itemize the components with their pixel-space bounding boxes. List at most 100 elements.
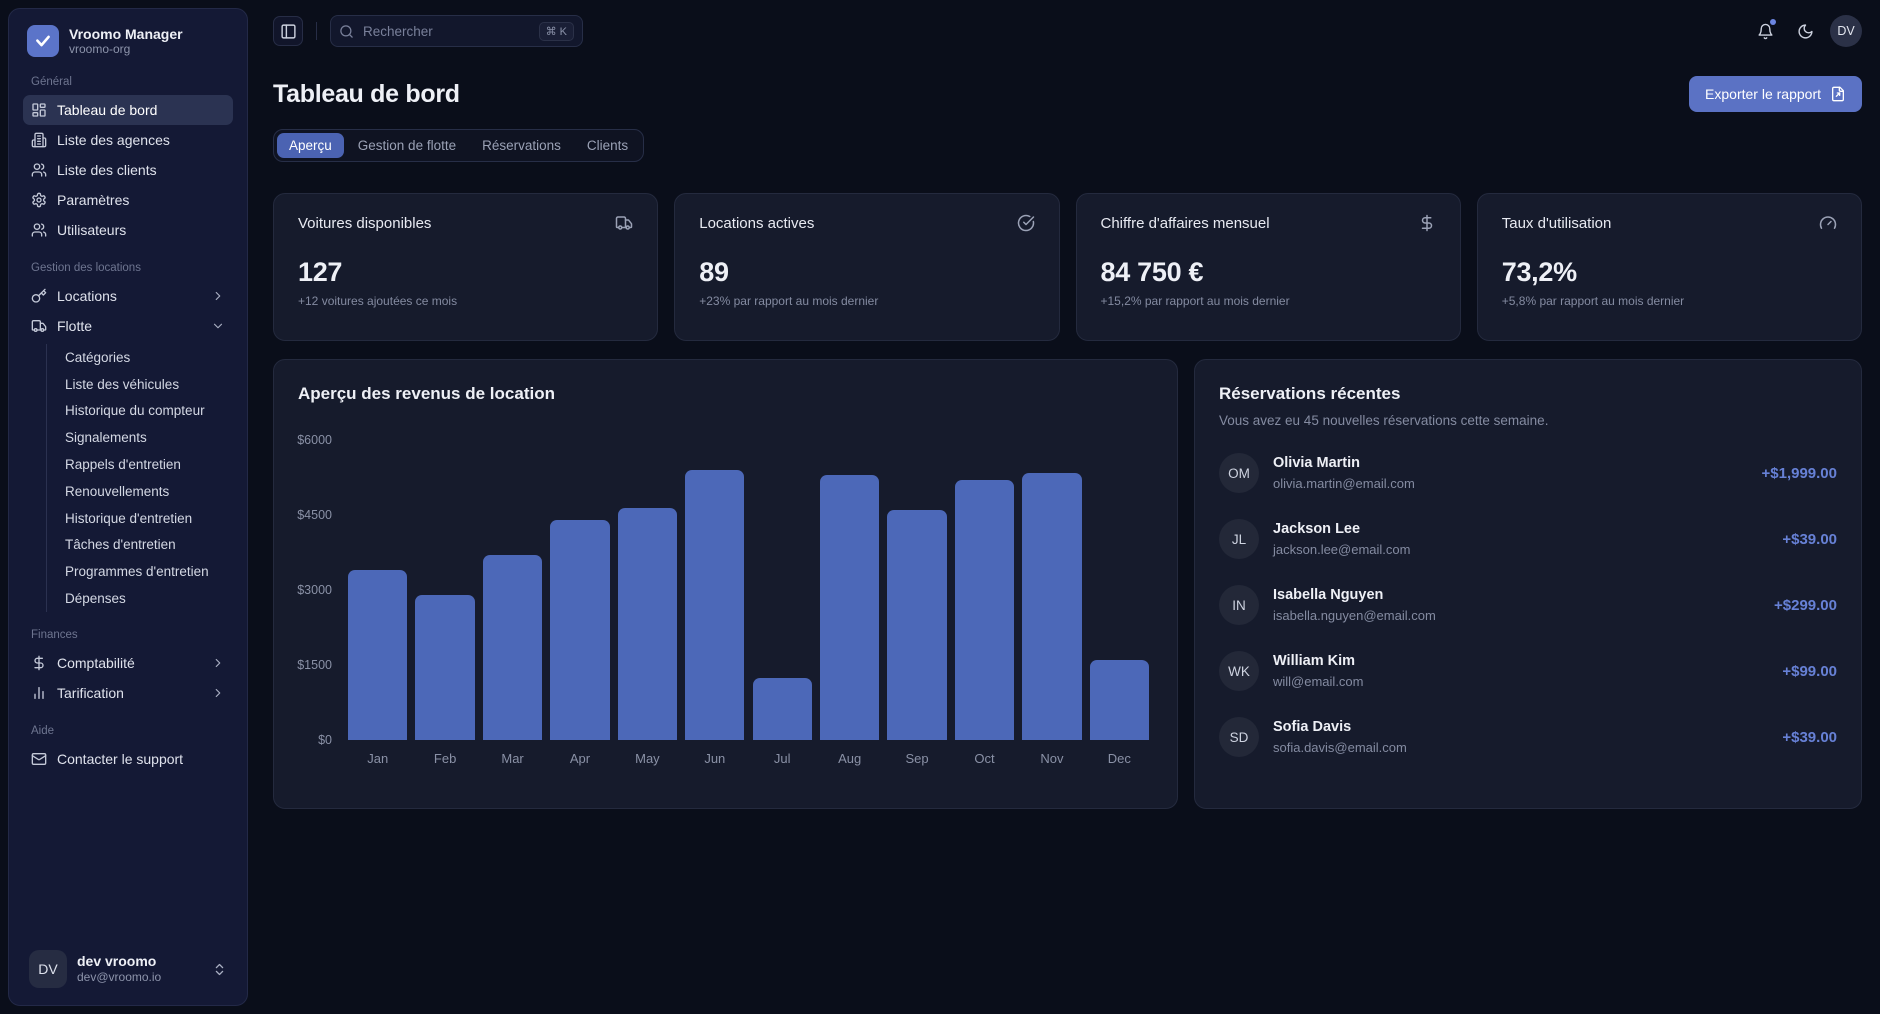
bar-feb: [415, 595, 474, 740]
layout-dashboard-icon: [31, 102, 47, 118]
sidebar-subitem-historique-d-entretien[interactable]: Historique d'entretien: [59, 505, 233, 532]
sidebar-item-contacter-le-support[interactable]: Contacter le support: [23, 744, 233, 774]
users-icon: [31, 222, 47, 238]
sidebar-item-comptabilite[interactable]: Comptabilité: [23, 648, 233, 678]
sidebar-subitem-rappels-d-entretien[interactable]: Rappels d'entretien: [59, 451, 233, 478]
sidebar-item-label: Liste des clients: [57, 162, 157, 178]
moon-icon: [1797, 23, 1814, 40]
x-tick-label: Sep: [883, 751, 950, 766]
sidebar-subitem-renouvellements[interactable]: Renouvellements: [59, 478, 233, 505]
tab-reservations[interactable]: Réservations: [470, 133, 573, 158]
reservation-email: isabella.nguyen@email.com: [1273, 608, 1436, 623]
sidebar-subitem-taches-d-entretien[interactable]: Tâches d'entretien: [59, 532, 233, 559]
settings-icon: [31, 192, 47, 208]
bar-nov: [1022, 473, 1081, 741]
building-icon: [31, 132, 47, 148]
chevrons-up-down-icon: [212, 962, 227, 977]
reservations-title: Réservations récentes: [1219, 384, 1837, 404]
stat-card-voitures-disponibles: Voitures disponibles127+12 voitures ajou…: [273, 193, 658, 341]
reservation-name: Jackson Lee: [1273, 521, 1410, 538]
tab-gestion-de-flotte[interactable]: Gestion de flotte: [346, 133, 468, 158]
stat-value: 89: [699, 257, 1034, 288]
sidebar-section-general: GénéralTableau de bordListe des agencesL…: [23, 76, 233, 245]
sidebar-item-liste-des-clients[interactable]: Liste des clients: [23, 155, 233, 185]
stat-value: 73,2%: [1502, 257, 1837, 288]
stat-cards: Voitures disponibles127+12 voitures ajou…: [273, 193, 1862, 341]
key-icon: [31, 288, 47, 304]
stat-value: 84 750 €: [1101, 257, 1436, 288]
sidebar-nav: GénéralTableau de bordListe des agencesL…: [23, 59, 233, 945]
sidebar-toggle-button[interactable]: [273, 16, 303, 46]
avatar: OM: [1219, 453, 1259, 493]
x-tick-label: Oct: [951, 751, 1018, 766]
sidebar-item-tableau-de-bord[interactable]: Tableau de bord: [23, 95, 233, 125]
section-label: Gestion des locations: [31, 262, 233, 274]
notifications-button[interactable]: [1750, 16, 1780, 46]
x-tick-label: Aug: [816, 751, 883, 766]
reservation-name: Sofia Davis: [1273, 719, 1407, 736]
reservation-email: sofia.davis@email.com: [1273, 740, 1407, 755]
reservation-row-isabella-nguyen: INIsabella Nguyenisabella.nguyen@email.c…: [1219, 585, 1837, 625]
org-switcher[interactable]: Vroomo Manager vroomo-org: [23, 23, 233, 59]
search-box[interactable]: ⌘ K: [330, 15, 583, 47]
tab-apercu[interactable]: Aperçu: [277, 133, 344, 158]
chart-plot: [344, 440, 1153, 740]
dashboard-tabs: AperçuGestion de flotteRéservationsClien…: [273, 129, 644, 162]
reservation-amount: +$39.00: [1782, 531, 1837, 548]
sidebar-item-label: Comptabilité: [57, 655, 135, 671]
sidebar-item-utilisateurs[interactable]: Utilisateurs: [23, 215, 233, 245]
avatar: SD: [1219, 717, 1259, 757]
stat-title: Locations actives: [699, 215, 814, 232]
reservation-amount: +$299.00: [1774, 597, 1837, 614]
revenue-chart-card: Aperçu des revenus de location $0$1500$3…: [273, 359, 1178, 809]
app-org: vroomo-org: [69, 42, 183, 56]
avatar: IN: [1219, 585, 1259, 625]
x-tick-label: May: [614, 751, 681, 766]
topbar-actions: DV: [1750, 15, 1862, 47]
sidebar-subitem-depenses[interactable]: Dépenses: [59, 585, 233, 612]
sidebar-item-tarification[interactable]: Tarification: [23, 678, 233, 708]
reservation-email: olivia.martin@email.com: [1273, 476, 1415, 491]
x-tick-label: Jan: [344, 751, 411, 766]
sidebar-item-flotte[interactable]: Flotte: [23, 311, 233, 341]
y-tick-label: $0: [318, 733, 332, 747]
reservation-amount: +$1,999.00: [1762, 465, 1838, 482]
check-circle-icon: [1017, 214, 1035, 232]
sidebar-item-locations[interactable]: Locations: [23, 281, 233, 311]
export-report-button[interactable]: Exporter le rapport: [1689, 76, 1862, 112]
notification-dot: [1770, 19, 1776, 25]
search-input[interactable]: [361, 23, 532, 40]
sidebar-item-liste-des-agences[interactable]: Liste des agences: [23, 125, 233, 155]
sidebar-subitem-programmes-d-entretien[interactable]: Programmes d'entretien: [59, 558, 233, 585]
bar-mar: [483, 555, 542, 740]
topbar: ⌘ K DV: [273, 10, 1862, 52]
tab-clients[interactable]: Clients: [575, 133, 640, 158]
sidebar-subitem-liste-des-vehicules[interactable]: Liste des véhicules: [59, 371, 233, 398]
reservation-email: will@email.com: [1273, 674, 1364, 689]
stat-title: Taux d'utilisation: [1502, 215, 1612, 232]
users-icon: [31, 162, 47, 178]
avatar: JL: [1219, 519, 1259, 559]
sidebar-subitem-historique-du-compteur[interactable]: Historique du compteur: [59, 398, 233, 425]
stat-card-locations-actives: Locations actives89+23% par rapport au m…: [674, 193, 1059, 341]
truck-icon: [31, 318, 47, 334]
stat-card-chiffre-d-affaires-mensuel: Chiffre d'affaires mensuel84 750 €+15,2%…: [1076, 193, 1461, 341]
sidebar-item-label: Tarification: [57, 685, 124, 701]
reservation-amount: +$99.00: [1782, 663, 1837, 680]
stat-value: 127: [298, 257, 633, 288]
sidebar-subitem-categories[interactable]: Catégories: [59, 344, 233, 371]
sidebar-subitem-signalements[interactable]: Signalements: [59, 424, 233, 451]
sidebar-item-label: Paramètres: [57, 192, 129, 208]
user-name: dev vroomo: [77, 953, 161, 969]
y-tick-label: $1500: [297, 658, 332, 672]
stat-title: Chiffre d'affaires mensuel: [1101, 215, 1270, 232]
topbar-avatar[interactable]: DV: [1830, 15, 1862, 47]
sidebar-item-label: Locations: [57, 288, 117, 304]
reservations-subtitle: Vous avez eu 45 nouvelles réservations c…: [1219, 413, 1837, 428]
sidebar-item-parametres[interactable]: Paramètres: [23, 185, 233, 215]
bar-chart: $0$1500$3000$4500$6000 JanFebMarAprMayJu…: [298, 440, 1153, 766]
dark-mode-toggle-button[interactable]: [1790, 16, 1820, 46]
stat-subtext: +12 voitures ajoutées ce mois: [298, 294, 633, 308]
user-menu[interactable]: DV dev vroomo dev@vroomo.io: [23, 945, 233, 993]
bar-dec: [1090, 660, 1149, 740]
